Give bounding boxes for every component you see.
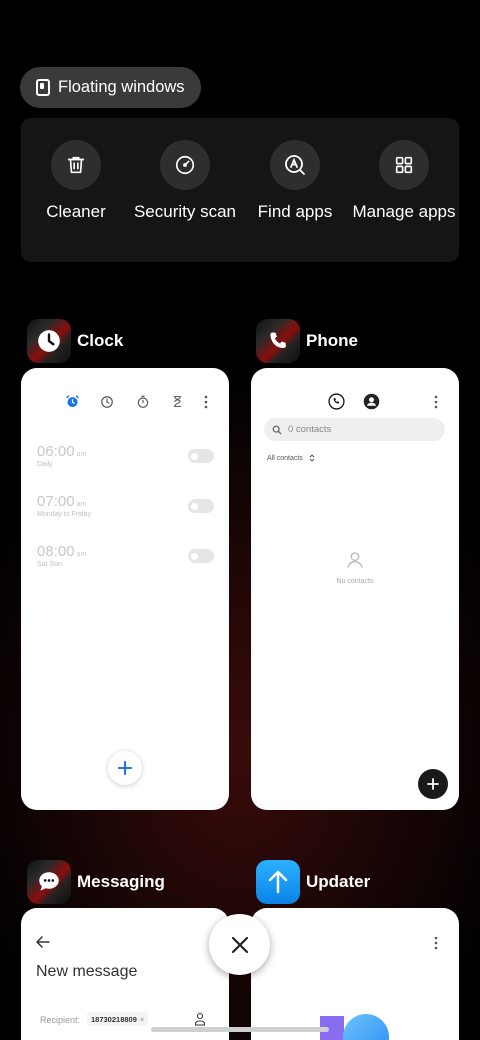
contacts-filter-label: All contacts: [267, 454, 303, 462]
phone-app-title: Phone: [306, 331, 358, 350]
alarm-ampm: am: [76, 551, 87, 558]
close-all-button[interactable]: [209, 914, 270, 975]
home-indicator[interactable]: [151, 1027, 329, 1032]
more-options-icon[interactable]: [433, 936, 439, 950]
contacts-filter-dropdown[interactable]: All contacts: [267, 454, 315, 462]
plus-icon: [427, 778, 439, 790]
add-alarm-button[interactable]: [108, 751, 142, 785]
security-scan-icon: [175, 155, 195, 175]
cleaner-label: Cleaner: [46, 202, 106, 221]
new-message-title: New message: [36, 963, 138, 980]
find-apps-icon: [285, 155, 305, 175]
messaging-app-header[interactable]: Messaging: [27, 860, 165, 904]
updater-app-card[interactable]: [251, 908, 459, 1040]
more-options-icon[interactable]: [203, 395, 209, 409]
alarm-toggle[interactable]: [188, 449, 214, 463]
messaging-app-card[interactable]: New message Recipient: 18730218809 ×: [21, 908, 229, 1040]
updater-app-title: Updater: [306, 872, 371, 891]
back-arrow-icon[interactable]: [36, 936, 50, 948]
close-icon: [231, 936, 248, 953]
stopwatch-tab-icon[interactable]: [136, 394, 150, 409]
manage-apps-icon: [395, 156, 413, 174]
world-clock-tab-icon[interactable]: [100, 395, 114, 409]
find-apps-button[interactable]: Find apps: [240, 140, 350, 222]
call-log-tab-icon[interactable]: [328, 393, 345, 410]
messaging-app-icon: [27, 860, 71, 904]
alarm-toggle[interactable]: [188, 499, 214, 513]
plus-icon: [118, 761, 132, 775]
updater-app-icon: [256, 860, 300, 904]
contacts-tab-icon[interactable]: [363, 393, 380, 410]
find-apps-label: Find apps: [257, 202, 333, 221]
remove-recipient-icon[interactable]: ×: [140, 1015, 144, 1024]
floating-window-icon: [36, 79, 50, 96]
clock-app-card[interactable]: 06:00 am Daily 07:00 am Monday to Friday 0…: [21, 368, 229, 810]
more-options-icon[interactable]: [433, 395, 439, 409]
security-scan-label: Security scan: [133, 202, 237, 221]
alarm-repeat: Monday to Friday: [37, 511, 92, 518]
recipient-label: Recipient:: [40, 1015, 81, 1025]
alarm-time: 07:00: [37, 493, 75, 510]
contacts-search-placeholder: 0 contacts: [288, 424, 332, 435]
cleaner-button[interactable]: Cleaner: [21, 140, 131, 222]
clock-app-header[interactable]: Clock: [27, 319, 123, 363]
security-scan-button[interactable]: Security scan: [130, 140, 240, 222]
phone-app-card[interactable]: 0 contacts All contacts No contacts: [251, 368, 459, 810]
recipient-chip[interactable]: 18730218809 ×: [87, 1012, 149, 1026]
messaging-app-title: Messaging: [77, 872, 165, 891]
contacts-search-input[interactable]: 0 contacts: [264, 418, 445, 441]
trash-icon: [67, 156, 85, 174]
alarm-time: 06:00: [37, 443, 75, 460]
timer-tab-icon[interactable]: [171, 394, 184, 409]
alarm-item[interactable]: 06:00 am Daily: [37, 443, 86, 468]
sort-arrows-icon: [309, 454, 315, 462]
alarm-item[interactable]: 08:00 am Sat Sun: [37, 543, 86, 568]
recipient-number: 18730218809: [91, 1014, 137, 1024]
no-contacts-text: No contacts: [336, 578, 374, 585]
floating-windows-label: Floating windows: [58, 78, 185, 96]
floating-windows-button[interactable]: Floating windows: [20, 67, 201, 108]
phone-app-icon: [256, 319, 300, 363]
select-contact-icon[interactable]: [194, 1012, 206, 1026]
alarm-time: 08:00: [37, 543, 75, 560]
manage-apps-label: Manage apps: [352, 202, 456, 221]
clock-app-title: Clock: [77, 331, 124, 350]
add-contact-button[interactable]: [418, 769, 448, 799]
alarm-ampm: am: [76, 501, 87, 508]
alarm-item[interactable]: 07:00 am Monday to Friday: [37, 493, 91, 518]
search-icon: [272, 425, 282, 434]
alarm-repeat: Sat Sun: [37, 561, 62, 568]
clock-app-icon: [27, 319, 71, 363]
alarm-tab-icon[interactable]: [65, 394, 80, 409]
manage-apps-button[interactable]: Manage apps: [349, 140, 459, 222]
alarm-ampm: am: [76, 451, 87, 458]
updater-app-header[interactable]: Updater: [256, 860, 370, 904]
quick-tools-panel: Cleaner Security scan Find apps Manage a…: [21, 118, 459, 262]
alarm-toggle[interactable]: [188, 549, 214, 563]
updater-illustration-circle: [343, 1014, 389, 1040]
alarm-repeat: Daily: [37, 461, 53, 468]
empty-contact-icon: [347, 552, 363, 568]
phone-app-header[interactable]: Phone: [256, 319, 358, 363]
